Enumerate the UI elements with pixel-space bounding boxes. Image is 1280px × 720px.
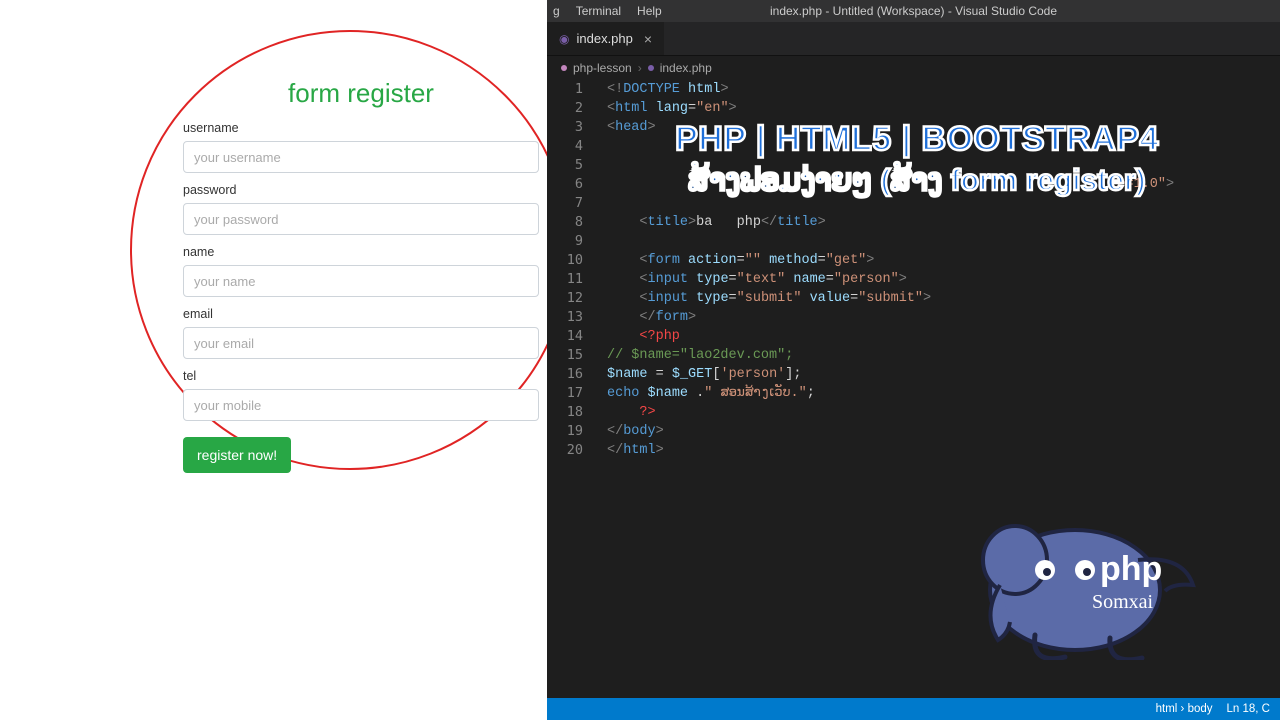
password-label: password bbox=[183, 183, 539, 197]
code-line[interactable]: echo $name ." ສອນສ້າງເວັບ."; bbox=[607, 384, 1280, 403]
breadcrumb[interactable]: php-lesson › index.php bbox=[547, 56, 1280, 80]
username-label: username bbox=[183, 121, 539, 135]
code-line[interactable]: $name = $_GET['person']; bbox=[607, 365, 1280, 384]
name-input[interactable] bbox=[183, 265, 539, 297]
close-icon[interactable]: × bbox=[644, 31, 652, 47]
vscode-window: g Terminal Help index.php - Untitled (Wo… bbox=[547, 0, 1280, 720]
tel-label: tel bbox=[183, 369, 539, 383]
menu-go[interactable]: g bbox=[553, 0, 560, 22]
menu-terminal[interactable]: Terminal bbox=[576, 0, 621, 22]
folder-icon bbox=[561, 65, 567, 71]
email-input[interactable] bbox=[183, 327, 539, 359]
register-form: form register username password name ema… bbox=[183, 78, 539, 473]
status-bar: html › body Ln 18, C bbox=[547, 698, 1280, 720]
tel-input[interactable] bbox=[183, 389, 539, 421]
browser-form-preview: form register username password name ema… bbox=[0, 0, 547, 720]
code-line[interactable]: <input type="text" name="person"> bbox=[607, 270, 1280, 289]
code-line[interactable]: <?php bbox=[607, 327, 1280, 346]
code-line[interactable]: <input type="submit" value="submit"> bbox=[607, 289, 1280, 308]
status-cursor-position[interactable]: Ln 18, C bbox=[1227, 703, 1270, 715]
breadcrumb-file: index.php bbox=[660, 61, 712, 75]
username-input[interactable] bbox=[183, 141, 539, 173]
email-label: email bbox=[183, 307, 539, 321]
password-input[interactable] bbox=[183, 203, 539, 235]
code-line[interactable]: <title>ba php</title> bbox=[607, 213, 1280, 232]
php-file-icon: ◉ bbox=[559, 32, 569, 46]
logo-text-signature: Somxai bbox=[1092, 591, 1154, 613]
php-file-icon bbox=[648, 65, 654, 71]
code-line[interactable]: // $name="lao2dev.com"; bbox=[607, 346, 1280, 365]
menu-help[interactable]: Help bbox=[637, 0, 662, 22]
name-label: name bbox=[183, 245, 539, 259]
tab-indexphp[interactable]: ◉ index.php × bbox=[547, 22, 665, 55]
code-line[interactable]: ?> bbox=[607, 403, 1280, 422]
chevron-right-icon: › bbox=[638, 61, 642, 75]
code-line[interactable]: </body> bbox=[607, 422, 1280, 441]
code-line[interactable]: <form action="" method="get"> bbox=[607, 251, 1280, 270]
code-line[interactable] bbox=[607, 232, 1280, 251]
window-title: index.php - Untitled (Workspace) - Visua… bbox=[770, 0, 1057, 22]
form-title: form register bbox=[183, 78, 539, 109]
code-line[interactable]: </form> bbox=[607, 308, 1280, 327]
video-overlay-title: PHP | HTML5 | BOOTSTRAP4 ສ້າງຟອມງ່າຍໆ (ສ… bbox=[567, 120, 1267, 198]
status-path[interactable]: html › body bbox=[1156, 703, 1213, 715]
register-submit-button[interactable]: register now! bbox=[183, 437, 291, 473]
logo-text-php: php bbox=[1100, 550, 1162, 588]
overlay-line2: ສ້າງຟອມງ່າຍໆ (ສ້າງ form register) bbox=[567, 163, 1267, 198]
code-line[interactable]: </html> bbox=[607, 441, 1280, 460]
menu-bar: g Terminal Help index.php - Untitled (Wo… bbox=[547, 0, 1280, 22]
code-line[interactable]: <!DOCTYPE html> bbox=[607, 80, 1280, 99]
breadcrumb-folder: php-lesson bbox=[573, 61, 632, 75]
php-elephant-logo: php Somxai bbox=[960, 470, 1200, 660]
overlay-line1: PHP | HTML5 | BOOTSTRAP4 bbox=[567, 120, 1267, 159]
editor-tabs: ◉ index.php × bbox=[547, 22, 1280, 56]
code-line[interactable]: <html lang="en"> bbox=[607, 99, 1280, 118]
tab-label: index.php bbox=[576, 31, 632, 46]
